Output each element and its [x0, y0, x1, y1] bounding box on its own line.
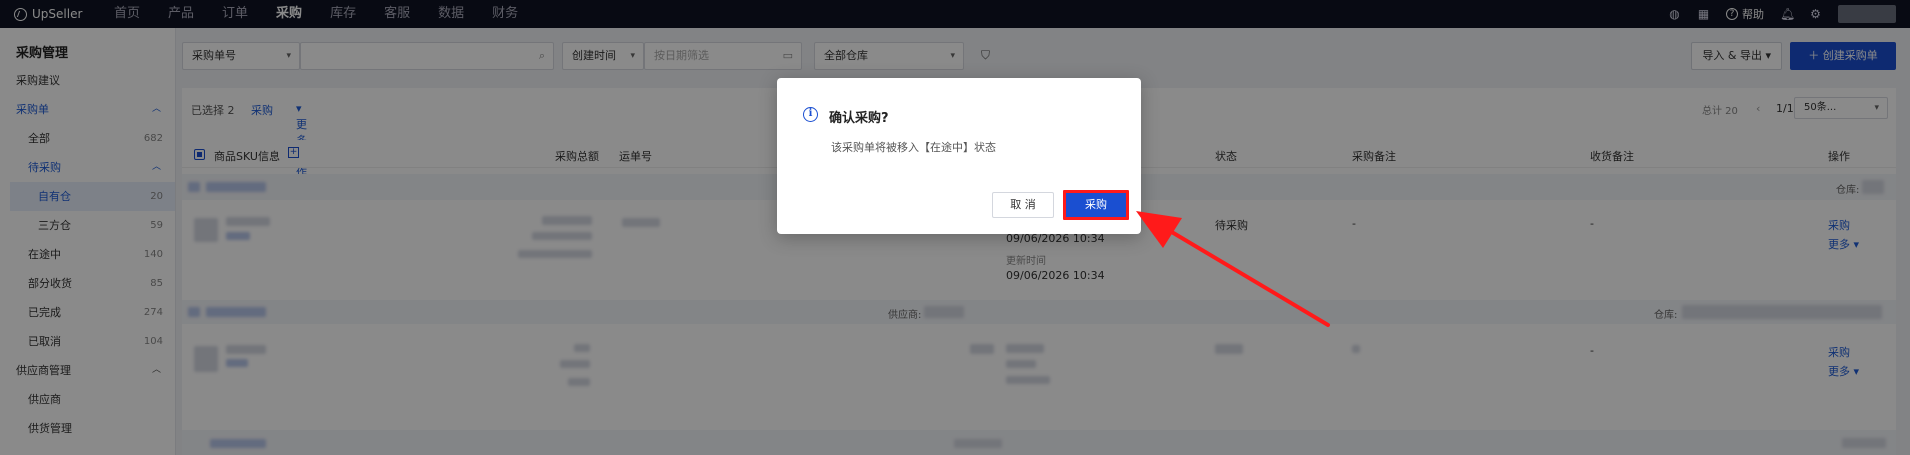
dialog-title: 确认采购? — [829, 111, 889, 126]
confirm-purchase-dialog: i 确认采购? 该采购单将被移入【在途中】状态 取 消 采购 — [777, 78, 1141, 234]
cancel-button[interactable]: 取 消 — [992, 192, 1054, 218]
confirm-purchase-button[interactable]: 采购 — [1063, 190, 1129, 220]
dialog-message: 该采购单将被移入【在途中】状态 — [831, 141, 996, 154]
info-icon: i — [803, 107, 818, 122]
